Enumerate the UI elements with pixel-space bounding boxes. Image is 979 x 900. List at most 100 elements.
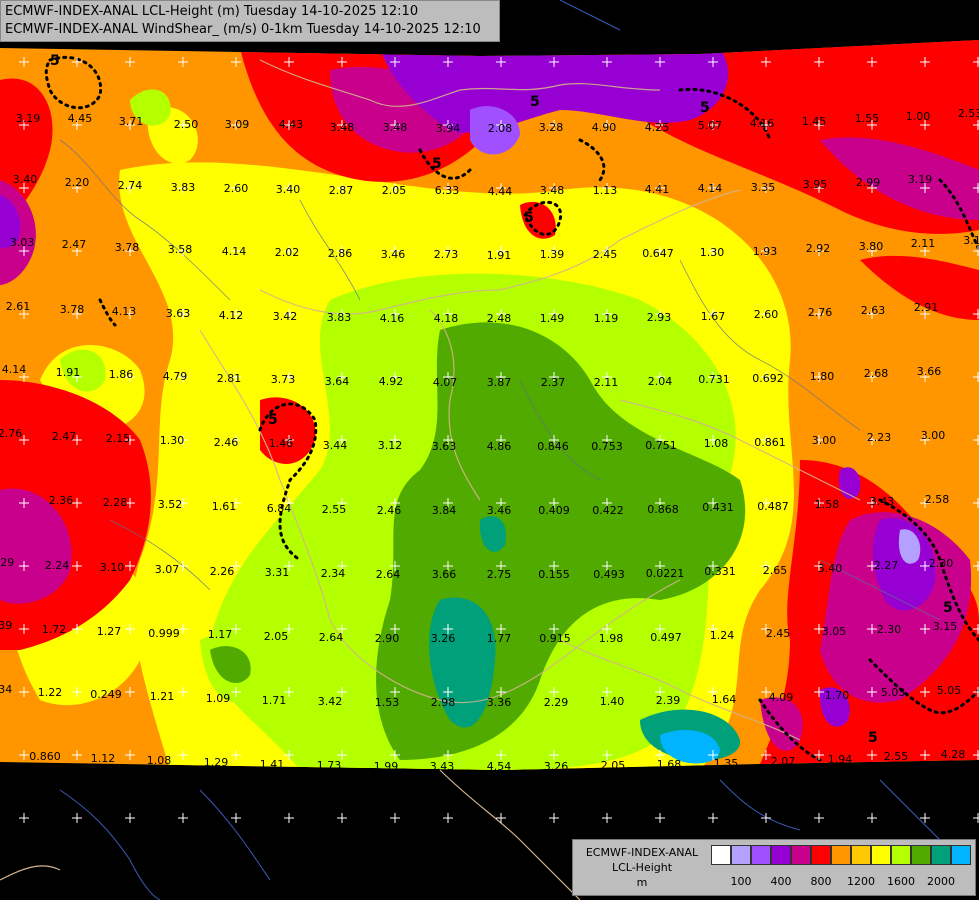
map-value-label: 4.41 (645, 183, 670, 196)
legend-swatch (931, 845, 951, 865)
shear-contour-label: 5 (700, 100, 710, 116)
map-value-label: 1.08 (147, 754, 172, 767)
map-value-label: 4.45 (68, 112, 93, 125)
map-value-label: 2.45 (766, 627, 791, 640)
map-value-label: 3.40 (13, 173, 38, 186)
map-value-label: 1.40 (600, 695, 625, 708)
map-value-label: 3.43 (870, 495, 895, 508)
legend-title-line: m (636, 876, 648, 889)
map-value-label: 2.04 (648, 375, 673, 388)
map-value-label: 3.15 (933, 620, 958, 633)
map-value-label: 1.61 (212, 500, 237, 513)
map-value-label: 2.53 (958, 107, 979, 120)
map-value-label: 2.46 (377, 504, 402, 517)
map-value-label: 1.29 (204, 756, 229, 769)
map-value-label: 2.55 (884, 750, 909, 763)
map-value-label: 3.44 (323, 439, 348, 452)
map-value-label: 1.91 (487, 249, 512, 262)
map-value-label: 2.61 (6, 300, 31, 313)
map-value-label: 2.30 (929, 557, 954, 570)
map-value-label: 3.80 (859, 240, 884, 253)
legend-tick-label: 1200 (847, 875, 875, 888)
map-value-label: 0.422 (592, 504, 624, 517)
map-value-label: 2.63 (861, 304, 886, 317)
map-value-label: 3.10 (100, 561, 125, 574)
map-value-label: 3.52 (158, 498, 183, 511)
map-value-label: 0.753 (591, 440, 623, 453)
map-value-label: 3.03 (10, 236, 35, 249)
map-value-label: 0.487 (757, 500, 789, 513)
map-value-label: 2.39 (656, 694, 681, 707)
map-value-label: 3.42 (318, 695, 343, 708)
map-value-label: 0.431 (702, 501, 734, 514)
legend-swatch (771, 845, 791, 865)
map-value-label: 1.19 (594, 312, 619, 325)
map-value-label: 3.63 (166, 307, 191, 320)
legend-title-line: LCL-Height (611, 861, 673, 874)
map-value-label: 1.17 (208, 628, 233, 641)
map-value-label: 1.67 (701, 310, 726, 323)
map-value-label: 3.78 (60, 303, 85, 316)
legend-tick-label: 400 (770, 875, 792, 888)
legend-swatch (851, 845, 871, 865)
legend-tick-label: 2000 (927, 875, 955, 888)
legend-tick-label: 800 (810, 875, 832, 888)
map-value-label: 3.31 (265, 566, 290, 579)
map-value-label: 3.63 (432, 440, 457, 453)
map-value-label: 3.36 (487, 696, 512, 709)
map-value-label: 3.83 (327, 311, 352, 324)
legend-title-line: ECMWF-INDEX-ANAL (585, 846, 699, 859)
map-value-label: 4.14 (2, 363, 27, 376)
map-title-box: ECMWF-INDEX-ANAL LCL-Height (m) Tuesday … (0, 0, 500, 42)
map-value-label: 3.48 (330, 121, 355, 134)
map-value-label: 2.64 (376, 568, 401, 581)
map-value-label: 2.24 (45, 559, 70, 572)
map-value-label: 2.37 (541, 376, 566, 389)
map-value-label: 1.77 (487, 632, 512, 645)
legend-swatch (871, 845, 891, 865)
map-value-label: 2.86 (328, 247, 353, 260)
map-value-label: 0.409 (538, 504, 570, 517)
map-value-label: 2.60 (754, 308, 779, 321)
map-value-label: 2.81 (217, 372, 242, 385)
map-value-label: 3.12 (378, 439, 403, 452)
map-value-label: 4.14 (698, 182, 723, 195)
map-value-label: 3.19 (908, 173, 933, 186)
map-value-label: 4.13 (112, 305, 137, 318)
map-value-label: 1.30 (700, 246, 725, 259)
map-value-label: 4.43 (279, 118, 304, 131)
map-value-label: 3.66 (432, 568, 457, 581)
map-value-label: 2.23 (867, 431, 892, 444)
map-value-label: 3.26 (431, 632, 456, 645)
map-value-label: 3.66 (917, 365, 942, 378)
map-value-label: 0.249 (90, 688, 122, 701)
map-value-label: 4.12 (219, 309, 244, 322)
map-value-label: 1.73 (317, 759, 342, 772)
map-value-label: 4.90 (592, 121, 617, 134)
map-value-label: 1.12 (91, 752, 116, 765)
map-value-label: 2.60 (224, 182, 249, 195)
map-value-label: 4.86 (487, 440, 512, 453)
map-value-label: 1.49 (540, 312, 565, 325)
legend-swatch (911, 845, 931, 865)
map-value-label: 2.99 (856, 176, 881, 189)
map-value-label: 2.76 (808, 306, 833, 319)
shear-contour-label: 5 (268, 412, 278, 428)
map-value-label: 3.87 (487, 376, 512, 389)
legend-swatch (831, 845, 851, 865)
map-value-label: 2.30 (877, 623, 902, 636)
legend-swatch (811, 845, 831, 865)
map-value-label: 3.64 (325, 375, 350, 388)
map-value-label: 2.28 (103, 496, 128, 509)
map-value-label: 2.45 (593, 248, 618, 261)
map-value-label: 2.36 (49, 494, 74, 507)
weather-map: 5 5 5 5 5 5 5 5 3.19 4.45 3.71 2.50 3.09 4.43… (0, 0, 979, 900)
map-value-label: 0.155 (538, 568, 570, 581)
map-value-label: 1.55 (855, 112, 880, 125)
map-value-label: 3.58 (168, 243, 193, 256)
map-value-label: 2.58 (925, 493, 950, 506)
map-value-label: 1.08 (704, 437, 729, 450)
map-value-label: 1.13 (593, 184, 618, 197)
legend-swatch (791, 845, 811, 865)
map-value-label: 1.45 (802, 115, 827, 128)
